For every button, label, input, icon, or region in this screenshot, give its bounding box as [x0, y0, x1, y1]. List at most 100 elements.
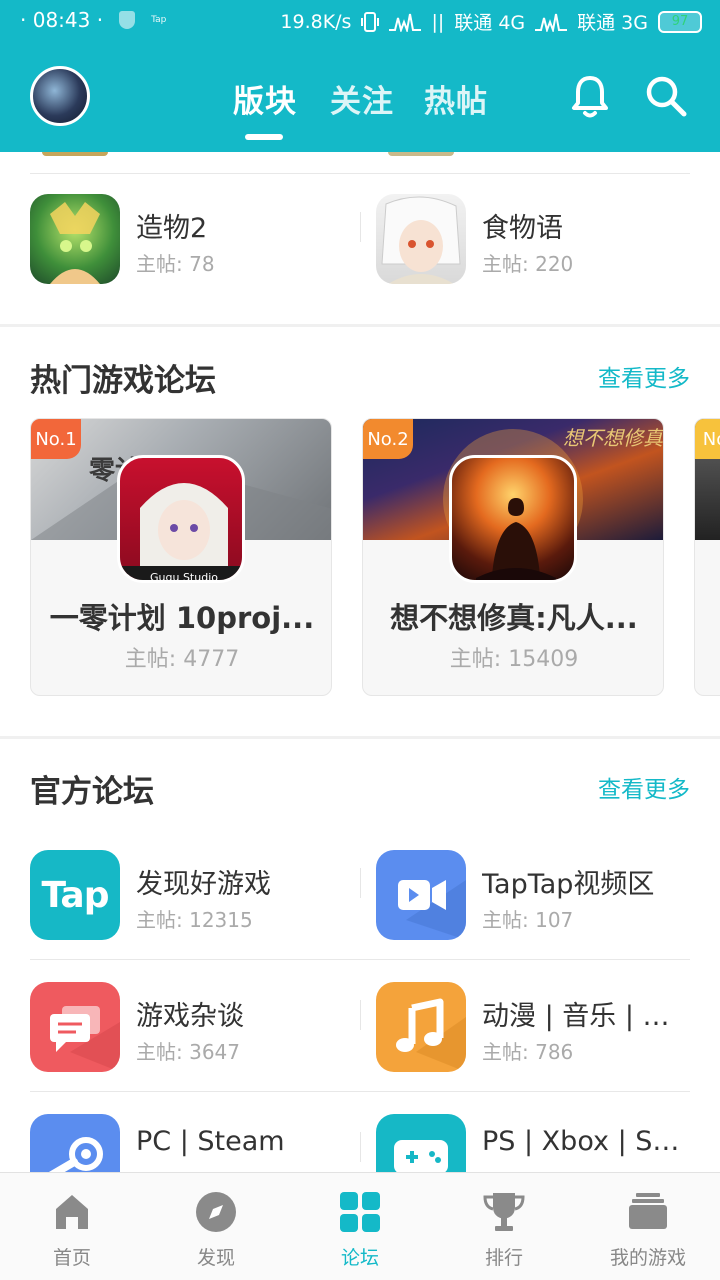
status-tap-label: Tap — [151, 15, 167, 25]
column-divider — [360, 1000, 361, 1030]
hot-section-more-link[interactable]: 查看更多 — [598, 359, 690, 393]
previous-row-remnant — [30, 152, 690, 174]
battery-level: 97 — [671, 14, 689, 29]
forum-post-count: 主帖: 78 — [136, 252, 215, 276]
nav-label: 我的游戏 — [609, 1247, 686, 1269]
home-icon — [56, 1195, 88, 1229]
forum-name: 造物2 — [136, 213, 208, 244]
forum-name: 动漫 | 音乐 | 影... — [482, 1001, 692, 1032]
forum-row-top: 造物2 主帖: 78 食物语 主帖: 220 — [30, 174, 690, 304]
forum-item-pc-steam[interactable]: PC | Steam — [30, 1114, 350, 1172]
battery-icon: 97 — [658, 10, 702, 33]
chat-bubble-icon — [30, 982, 120, 1072]
column-divider — [360, 212, 361, 242]
nav-label: 首页 — [52, 1247, 91, 1269]
nav-forum[interactable]: 论坛 — [288, 1173, 432, 1280]
official-row-1: Tap 发现好游戏 主帖: 12315 TapTap视频区 主帖: 107 — [30, 830, 690, 960]
forum-post-count: 主帖: 107 — [482, 908, 574, 932]
nav-my-games[interactable]: 我的游戏 — [576, 1173, 720, 1280]
game-icon-10project: Gugu Studio — [117, 455, 245, 583]
game-icon-zaowu2 — [30, 194, 120, 284]
row-divider — [30, 1091, 690, 1092]
forum-item-video[interactable]: TapTap视频区 主帖: 107 — [376, 850, 696, 942]
gamepad-icon — [376, 1114, 466, 1172]
hot-card-posts: 主帖: 4777 — [124, 647, 240, 672]
game-stack-icon — [629, 1193, 667, 1229]
tap-logo-icon: Tap — [30, 850, 120, 940]
section-divider — [0, 324, 720, 327]
rank-badge: No.1 — [31, 419, 81, 459]
forum-name: PS | Xbox | Swi... — [482, 1126, 692, 1157]
nav-ranking[interactable]: 排行 — [432, 1173, 576, 1280]
search-icon[interactable] — [644, 74, 688, 118]
bottom-navigation: 首页 发现 论坛 排行 我的游戏 — [0, 1172, 720, 1280]
tab-active-indicator — [245, 134, 283, 140]
status-bar: · 08:43 · Tap 19.8K/s || 联通 4G 联通 3G 97 — [0, 0, 720, 42]
forum-item-chat[interactable]: 游戏杂谈 主帖: 3647 — [30, 982, 350, 1074]
nav-label: 排行 — [484, 1247, 523, 1269]
nav-label: 发现 — [196, 1247, 235, 1269]
signal-activity-icon — [389, 13, 422, 32]
header-tabs: 版块 关注 热帖 — [0, 42, 720, 152]
forum-post-count: 主帖: 786 — [482, 1040, 574, 1064]
forum-name: 食物语 — [482, 213, 563, 244]
forum-grid-icon — [340, 1192, 380, 1232]
hot-card-posts: 主帖: 15409 — [449, 647, 579, 672]
signal-activity-icon-2 — [535, 13, 568, 32]
tab-sections[interactable]: 版块 — [233, 76, 297, 121]
bell-icon[interactable] — [570, 72, 610, 120]
video-camera-icon — [376, 850, 466, 940]
game-icon-shiwuyu — [376, 194, 466, 284]
tap-logo-text: Tap — [41, 874, 110, 916]
official-section-title: 官方论坛 — [30, 774, 154, 810]
forum-item-discover[interactable]: Tap 发现好游戏 主帖: 12315 — [30, 850, 350, 942]
column-divider — [360, 868, 361, 898]
forum-item-zaowu2[interactable]: 造物2 主帖: 78 — [30, 194, 350, 286]
game-icon-xiuzhen — [449, 455, 577, 583]
top-navigation: 版块 关注 热帖 — [0, 42, 720, 152]
official-row-3: PC | Steam PS | Xbox | Swi... — [30, 1094, 692, 1172]
hot-section-title: 热门游戏论坛 — [30, 363, 216, 399]
shield-icon — [119, 11, 136, 29]
forum-name: 游戏杂谈 — [136, 1001, 244, 1032]
vibrate-icon — [361, 11, 380, 32]
forum-name: PC | Steam — [136, 1126, 285, 1157]
hot-forum-card-2[interactable]: 想不想修真 No.2 想不想修真:凡人... 主帖: 15409 — [362, 418, 664, 696]
nav-home[interactable]: 首页 — [0, 1173, 144, 1280]
section-divider — [0, 736, 720, 739]
steam-icon — [30, 1114, 120, 1172]
nav-discover[interactable]: 发现 — [144, 1173, 288, 1280]
music-note-icon — [376, 982, 466, 1072]
network-speed: 19.8K/s — [280, 10, 352, 33]
svg-text:想不想修真: 想不想修真 — [563, 426, 664, 450]
column-divider — [360, 1132, 361, 1162]
forum-item-anime-music[interactable]: 动漫 | 音乐 | 影... 主帖: 786 — [376, 982, 696, 1074]
forum-item-console[interactable]: PS | Xbox | Swi... — [376, 1114, 696, 1172]
tab-hot-posts[interactable]: 热帖 — [424, 76, 488, 121]
app-screen: · 08:43 · Tap 19.8K/s || 联通 4G 联通 3G 97 … — [0, 0, 720, 1280]
icon-caption: Gugu Studio — [150, 571, 218, 583]
trophy-icon — [483, 1193, 525, 1231]
forum-content[interactable]: 造物2 主帖: 78 食物语 主帖: 220 热门游戏论坛 查看更多 零计划 N… — [0, 152, 720, 1172]
hot-card-name: 一零计划 10proj... — [49, 601, 315, 635]
forum-post-count: 主帖: 3647 — [136, 1040, 240, 1064]
official-section-more-link[interactable]: 查看更多 — [598, 770, 690, 804]
official-row-2: 游戏杂谈 主帖: 3647 动漫 | 音乐 | 影... 主帖: 786 — [30, 962, 692, 1092]
status-time: · 08:43 · — [20, 8, 104, 32]
forum-post-count: 主帖: 12315 — [136, 908, 253, 932]
forum-name: 发现好游戏 — [136, 869, 271, 900]
compass-icon — [196, 1192, 236, 1232]
forum-item-shiwuyu[interactable]: 食物语 主帖: 220 — [376, 194, 696, 286]
rank-badge: No — [695, 419, 720, 459]
rank-badge: No.2 — [363, 419, 413, 459]
pause-divider-icon: || — [431, 10, 445, 33]
tab-following[interactable]: 关注 — [330, 76, 394, 121]
hot-card-name: 想不想修真:凡人... — [390, 601, 638, 635]
forum-name: TapTap视频区 — [482, 869, 655, 900]
row-divider — [30, 959, 690, 960]
forum-post-count: 主帖: 220 — [482, 252, 574, 276]
hot-forum-card-3-partial[interactable]: No — [694, 418, 720, 696]
nav-label: 论坛 — [340, 1247, 379, 1269]
carrier-1: 联通 4G — [454, 12, 526, 34]
hot-forum-card-1[interactable]: 零计划 No.1 Gugu Studio 一零计划 10proj... 主帖: … — [30, 418, 332, 696]
